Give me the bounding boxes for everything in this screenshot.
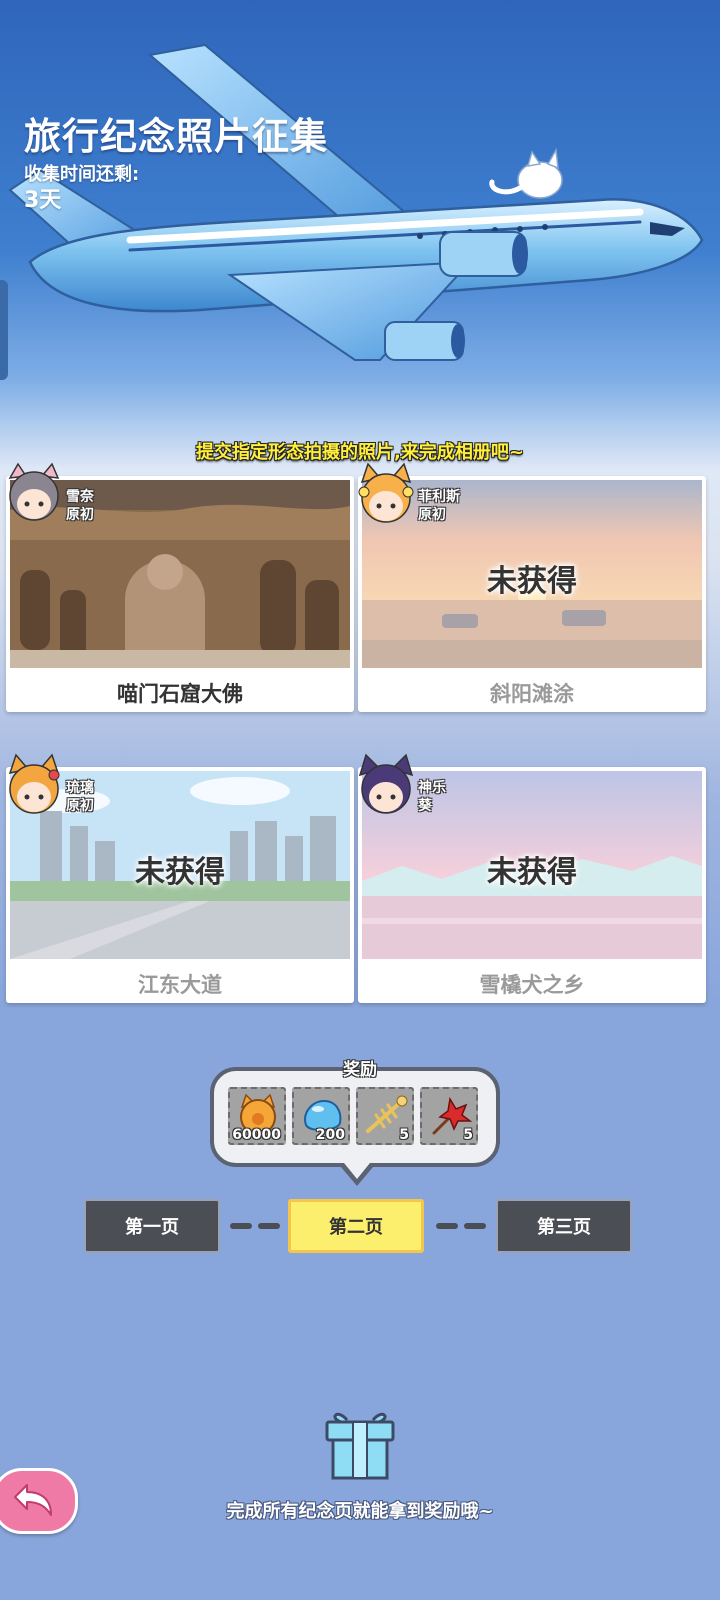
character-name: 神乐葵	[418, 780, 446, 814]
locked-status: 未获得	[487, 564, 577, 599]
gift-box-icon[interactable]	[323, 1406, 397, 1482]
reward-item-red-flower[interactable]: 5	[420, 1087, 478, 1145]
locked-status: 未获得	[487, 855, 577, 890]
character-name: 琉璃 原初	[66, 780, 94, 814]
character-avatar-liuli	[8, 753, 60, 814]
side-drawer-handle[interactable]	[0, 280, 8, 380]
photo-card-sled-dog-town[interactable]: 未获得 神乐葵 雪橇犬之乡	[358, 753, 706, 1003]
page-button-second[interactable]: 第二页	[288, 1199, 424, 1253]
character-avatar-kagura	[358, 753, 414, 814]
page-button-third[interactable]: 第三页	[496, 1199, 632, 1253]
instruction-text: 提交指定形态拍摄的照片,来完成相册吧~	[196, 442, 524, 463]
timer-value: 3天	[24, 188, 62, 213]
photo-title: 斜阳滩涂	[490, 682, 574, 706]
locked-status: 未获得	[135, 855, 225, 890]
photo-card-jiangdong-avenue[interactable]: 未获得 琉璃 原初 江东大道	[6, 753, 354, 1003]
cat-mascot-icon	[489, 147, 563, 199]
hero-banner: 旅行纪念照片征集 收集时间还剩: 3天	[0, 0, 720, 470]
character-name: 雪奈 原初	[66, 489, 94, 523]
back-arrow-icon	[14, 1484, 52, 1516]
photo-card-grottoes-buddha[interactable]: 雪奈 原初 喵门石窟大佛	[6, 462, 354, 712]
reward-item-cat-coin[interactable]: 60000	[228, 1087, 286, 1145]
character-avatar-feilisi	[358, 462, 414, 523]
reward-item-fish-bone[interactable]: 5	[356, 1087, 414, 1145]
reward-label: 奖励	[343, 1060, 377, 1080]
reward-item-blue-slime[interactable]: 200	[292, 1087, 350, 1145]
character-avatar-xuenai	[8, 462, 60, 521]
bottom-note: 完成所有纪念页就能拿到奖励哦~	[226, 1501, 494, 1522]
back-button[interactable]	[0, 1468, 78, 1534]
page-button-first[interactable]: 第一页	[84, 1199, 220, 1253]
photo-title: 雪橇犬之乡	[479, 973, 585, 997]
character-name: 菲利斯 原初	[418, 489, 460, 523]
photo-title: 喵门石窟大佛	[117, 682, 243, 706]
photo-card-sunset-beach[interactable]: 未获得 菲利斯 原初 斜阳滩涂	[358, 462, 706, 712]
page-title: 旅行纪念照片征集	[24, 115, 328, 158]
airplane-illustration	[8, 43, 704, 361]
photo-title: 江东大道	[138, 973, 222, 997]
